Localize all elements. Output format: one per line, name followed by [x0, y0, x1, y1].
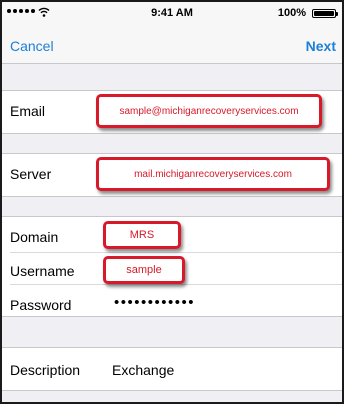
group-separator [2, 316, 342, 317]
group-separator [2, 390, 342, 391]
next-button[interactable]: Next [306, 38, 336, 54]
password-label: Password [10, 297, 72, 313]
server-label: Server [10, 166, 52, 182]
cancel-button[interactable]: Cancel [10, 38, 54, 54]
battery-percent: 100% [277, 7, 306, 19]
username-label: Username [10, 263, 75, 279]
email-label: Email [10, 103, 46, 119]
password-field[interactable]: •••••••••••• [114, 294, 195, 311]
group-separator [2, 196, 342, 197]
server-field[interactable]: mail.michiganrecoveryservices.com [96, 157, 330, 191]
description-field[interactable]: Exchange [112, 362, 174, 378]
description-row[interactable]: Description Exchange [2, 348, 342, 390]
group-separator [2, 133, 342, 134]
battery-icon [312, 9, 338, 18]
status-bar: 9:41 AM 100% [2, 2, 342, 24]
description-label: Description [10, 362, 81, 378]
navigation-bar: Cancel Next [2, 24, 342, 64]
username-field[interactable]: sample [103, 256, 185, 284]
phone-frame: 9:41 AM 100% Cancel Next Email sample@mi… [0, 0, 344, 404]
domain-field[interactable]: MRS [103, 221, 181, 249]
domain-label: Domain [10, 229, 59, 245]
email-field[interactable]: sample@michiganrecoveryservices.com [96, 94, 322, 128]
